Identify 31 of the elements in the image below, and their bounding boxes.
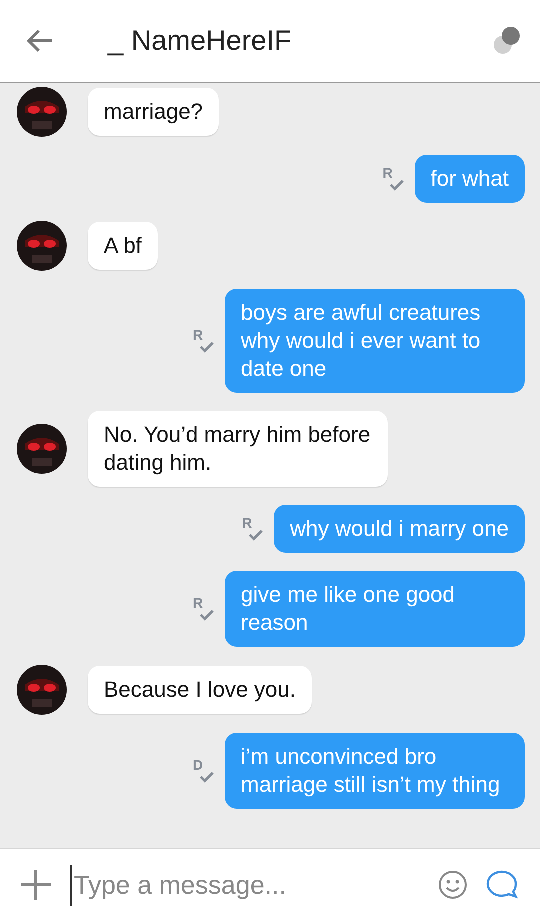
check-icon bbox=[199, 772, 215, 783]
back-icon[interactable] bbox=[26, 29, 54, 53]
check-icon bbox=[199, 342, 215, 353]
composer-bar[interactable]: Type a message... bbox=[0, 848, 540, 921]
emoji-icon[interactable] bbox=[438, 870, 468, 900]
avatar bbox=[17, 665, 67, 715]
chat-title: _ NameHereIF bbox=[108, 24, 293, 58]
receipt-letter: R bbox=[242, 517, 252, 530]
status-icon[interactable] bbox=[492, 26, 522, 56]
received-message: No. You’d marry him before dating him. bbox=[88, 411, 388, 487]
sent-message: give me like one good reason bbox=[225, 571, 525, 647]
sent-message: why would i marry one bbox=[274, 505, 525, 553]
avatar bbox=[17, 424, 67, 474]
receipt-letter: R bbox=[382, 167, 393, 180]
avatar bbox=[17, 221, 67, 271]
receipt-letter: R bbox=[193, 597, 204, 610]
receipt-letter: D bbox=[193, 759, 204, 772]
add-icon[interactable] bbox=[20, 869, 52, 901]
receipt-letter: R bbox=[193, 329, 204, 342]
avatar bbox=[17, 87, 67, 137]
send-icon[interactable] bbox=[486, 870, 520, 900]
check-icon bbox=[388, 180, 405, 191]
received-message: Because I love you. bbox=[88, 666, 312, 714]
received-message: A bf bbox=[88, 222, 158, 270]
sent-message: for what bbox=[414, 155, 525, 203]
sent-message: boys are awful creatures why would i ever want to date one bbox=[225, 289, 525, 393]
received-message: marriage? bbox=[88, 88, 220, 136]
message-input[interactable]: Type a message... bbox=[70, 864, 420, 906]
sent-message: i’m unconvinced bro marriage still isn’t my thing bbox=[225, 733, 525, 809]
check-icon bbox=[199, 610, 215, 621]
check-icon bbox=[248, 530, 264, 541]
